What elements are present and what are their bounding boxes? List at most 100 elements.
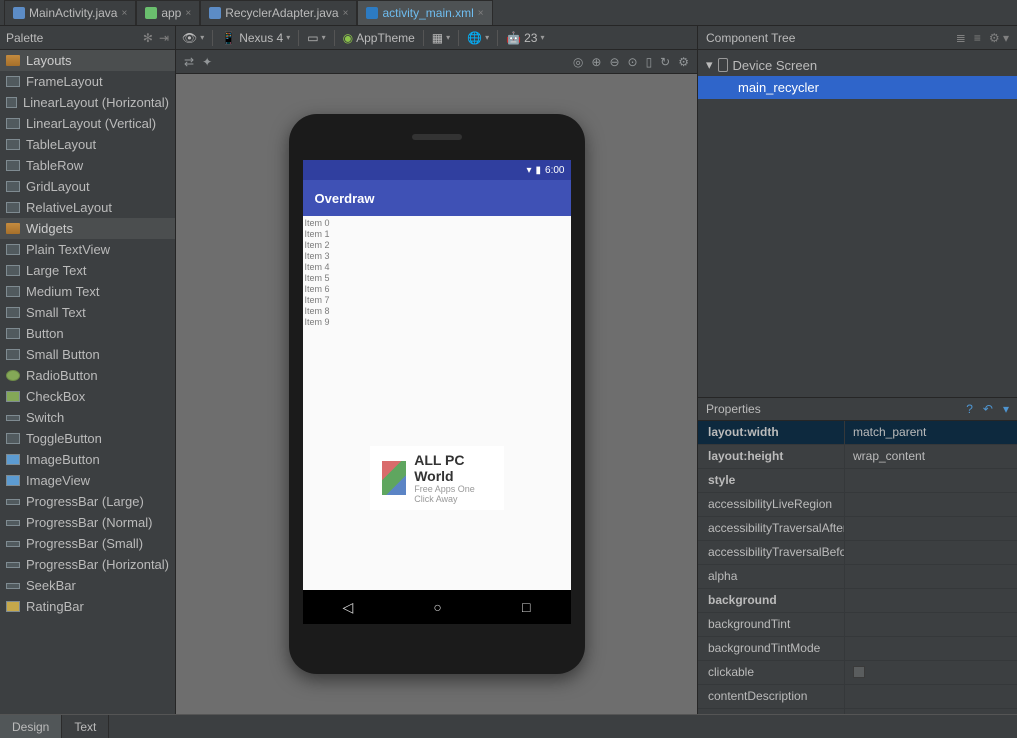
palette-category-layouts[interactable]: Layouts <box>0 50 175 71</box>
property-value[interactable] <box>844 685 1017 708</box>
property-value[interactable] <box>844 493 1017 516</box>
toolbar-api-selector[interactable]: 🤖 23 ▾ <box>506 31 544 45</box>
property-row[interactable]: backgroundTintMode <box>698 637 1017 661</box>
palette-item-switch[interactable]: Switch <box>0 407 175 428</box>
zoom-out-icon[interactable]: ⊖ <box>609 55 619 69</box>
palette-item-tablelayout[interactable]: TableLayout <box>0 134 175 155</box>
property-value[interactable] <box>844 541 1017 564</box>
collapse-icon[interactable]: ⇥ <box>159 31 169 45</box>
toolbar-locale[interactable]: 🌐 ▾ <box>467 31 489 45</box>
property-name: backgroundTint <box>698 617 844 631</box>
property-row[interactable]: accessibilityTraversalBefore <box>698 541 1017 565</box>
palette-item-small-button[interactable]: Small Button <box>0 344 175 365</box>
checkbox-icon[interactable] <box>853 666 865 678</box>
palette-item-framelayout[interactable]: FrameLayout <box>0 71 175 92</box>
zoom-fit-icon[interactable]: ◎ <box>573 55 583 69</box>
palette-item-radiobutton[interactable]: RadioButton <box>0 365 175 386</box>
screenshot-icon[interactable]: ▯ <box>646 55 653 69</box>
property-row[interactable]: contentDescription <box>698 685 1017 709</box>
toolbar-activity[interactable]: ▦ ▾ <box>432 31 450 45</box>
palette-item-progressbar-small[interactable]: ProgressBar (Small) <box>0 533 175 554</box>
battery-icon: ▮ <box>536 165 542 176</box>
close-icon[interactable]: × <box>185 8 191 19</box>
close-icon[interactable]: × <box>478 8 484 19</box>
zoom-in-icon[interactable]: ⊕ <box>591 55 601 69</box>
tab-design[interactable]: Design <box>0 715 62 738</box>
palette-item-checkbox[interactable]: CheckBox <box>0 386 175 407</box>
property-value[interactable] <box>844 661 1017 684</box>
property-value[interactable]: wrap_content <box>844 445 1017 468</box>
property-row[interactable]: style <box>698 469 1017 493</box>
property-name: contentDescription <box>698 689 844 703</box>
zoom-actual-icon[interactable]: ⊙ <box>628 55 638 69</box>
property-row[interactable]: alpha <box>698 565 1017 589</box>
palette-item-linearlayout-h[interactable]: LinearLayout (Horizontal) <box>0 92 175 113</box>
gear-icon[interactable]: ⚙ ▾ <box>989 31 1009 45</box>
property-value[interactable] <box>844 613 1017 636</box>
property-row[interactable]: accessibilityTraversalAfter <box>698 517 1017 541</box>
property-row[interactable]: layout:heightwrap_content <box>698 445 1017 469</box>
palette-item-progressbar-large[interactable]: ProgressBar (Large) <box>0 491 175 512</box>
device-stage[interactable]: ▾ ▮ 6:00 Overdraw Item 0 Item 1 Item 2 I… <box>176 74 697 714</box>
property-name: alpha <box>698 569 844 583</box>
tree-node-device-screen[interactable]: ▾ Device Screen <box>698 54 1017 76</box>
tab-app[interactable]: app × <box>136 0 200 25</box>
undo-icon[interactable]: ↶ <box>983 402 993 416</box>
close-icon[interactable]: × <box>343 8 349 19</box>
palette-item-large-text[interactable]: Large Text <box>0 260 175 281</box>
refresh-icon[interactable]: ↻ <box>660 55 670 69</box>
palette-category-widgets[interactable]: Widgets <box>0 218 175 239</box>
expand-icon[interactable]: ≣ <box>956 31 966 45</box>
property-value[interactable] <box>844 589 1017 612</box>
palette-item-progressbar-horizontal[interactable]: ProgressBar (Horizontal) <box>0 554 175 575</box>
palette-item-small-text[interactable]: Small Text <box>0 302 175 323</box>
palette-item-togglebutton[interactable]: ToggleButton <box>0 428 175 449</box>
palette-item-imageview[interactable]: ImageView <box>0 470 175 491</box>
property-row[interactable]: accessibilityLiveRegion <box>698 493 1017 517</box>
palette-item-imagebutton[interactable]: ImageButton <box>0 449 175 470</box>
property-value[interactable] <box>844 637 1017 660</box>
palette-item-relativelayout[interactable]: RelativeLayout <box>0 197 175 218</box>
tab-text[interactable]: Text <box>62 715 109 738</box>
property-row[interactable]: backgroundTint <box>698 613 1017 637</box>
property-value[interactable] <box>844 517 1017 540</box>
android-statusbar: ▾ ▮ 6:00 <box>303 160 571 180</box>
toggle-view-icon[interactable]: ⇄ <box>184 55 194 69</box>
property-row[interactable]: clickable <box>698 661 1017 685</box>
toolbar-device-selector[interactable]: 📱 Nexus 4 ▾ <box>221 31 290 45</box>
filter-icon[interactable]: ▾ <box>1003 402 1009 416</box>
tab-activity-main-xml[interactable]: activity_main.xml × <box>357 0 492 25</box>
layout-icon <box>6 76 20 87</box>
property-row[interactable]: background <box>698 589 1017 613</box>
collapse-icon[interactable]: ≡ <box>974 31 981 45</box>
palette-item-button[interactable]: Button <box>0 323 175 344</box>
toolbar-eye-icon[interactable]: 👁 ▾ <box>182 31 204 45</box>
blueprint-icon[interactable]: ✦ <box>202 55 212 69</box>
property-row[interactable]: layout:widthmatch_parent <box>698 421 1017 445</box>
gear-icon[interactable]: ✻ <box>143 31 153 45</box>
property-value[interactable] <box>844 469 1017 492</box>
palette-title: Palette <box>6 31 43 45</box>
tree-node-main-recycler[interactable]: main_recycler <box>698 76 1017 99</box>
tab-mainactivity[interactable]: MainActivity.java × <box>4 0 136 25</box>
settings-icon[interactable]: ⚙ <box>678 55 689 69</box>
palette-item-linearlayout-v[interactable]: LinearLayout (Vertical) <box>0 113 175 134</box>
list-item: Item 5 <box>305 273 569 284</box>
tab-recycleradapter[interactable]: RecyclerAdapter.java × <box>200 0 357 25</box>
palette-item-progressbar-normal[interactable]: ProgressBar (Normal) <box>0 512 175 533</box>
help-icon[interactable]: ? <box>966 402 973 416</box>
wifi-icon: ▾ <box>526 165 531 176</box>
toolbar-orientation[interactable]: ▭ ▾ <box>307 31 325 45</box>
palette-item-gridlayout[interactable]: GridLayout <box>0 176 175 197</box>
palette-item-plain-textview[interactable]: Plain TextView <box>0 239 175 260</box>
property-value[interactable]: match_parent <box>844 421 1017 444</box>
close-icon[interactable]: × <box>121 8 127 19</box>
property-value[interactable] <box>844 565 1017 588</box>
palette-item-medium-text[interactable]: Medium Text <box>0 281 175 302</box>
palette-item-ratingbar[interactable]: RatingBar <box>0 596 175 617</box>
palette-item-seekbar[interactable]: SeekBar <box>0 575 175 596</box>
palette-item-tablerow[interactable]: TableRow <box>0 155 175 176</box>
layout-icon <box>6 202 20 213</box>
toolbar-theme-selector[interactable]: ◉ AppTheme <box>343 31 415 45</box>
design-toolbar: 👁 ▾ 📱 Nexus 4 ▾ ▭ ▾ ◉ AppTheme ▦ ▾ 🌐 ▾ 🤖… <box>176 26 697 50</box>
